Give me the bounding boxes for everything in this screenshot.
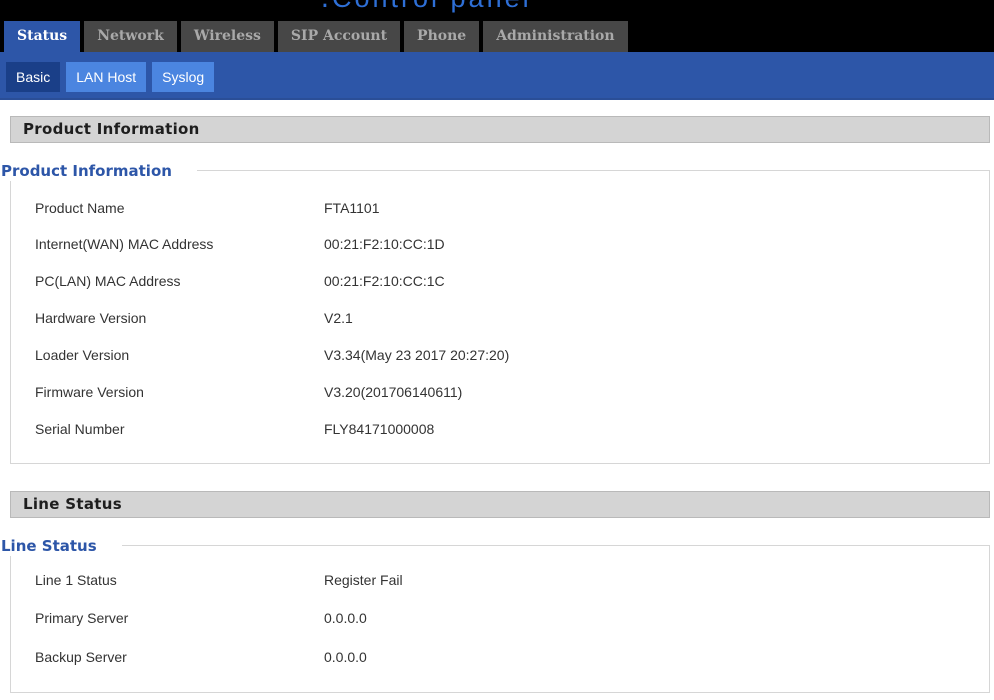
serial-number-value: FLY84171000008: [324, 421, 435, 437]
hardware-version-value: V2.1: [324, 310, 353, 326]
wan-mac-label: Internet(WAN) MAC Address: [35, 236, 214, 252]
hardware-version-label: Hardware Version: [35, 310, 147, 326]
firmware-version-value: V3.20(201706140611): [324, 384, 463, 400]
tab-phone[interactable]: Phone: [404, 21, 480, 52]
subtab-basic[interactable]: Basic: [6, 62, 61, 92]
wan-mac-row: Internet(WAN) MAC Address 00:21:F2:10:CC…: [35, 234, 975, 254]
tab-sip-account[interactable]: SIP Account: [277, 21, 401, 52]
line1-status-label: Line 1 Status: [35, 572, 117, 588]
tab-status[interactable]: Status: [4, 21, 81, 52]
tab-wireless[interactable]: Wireless: [180, 21, 274, 52]
serial-number-row: Serial Number FLY84171000008: [35, 419, 975, 439]
product-name-value: FTA1101: [324, 200, 380, 216]
product-info-group: Product Information Product Name FTA1101…: [1, 161, 990, 464]
firmware-version-label: Firmware Version: [35, 384, 144, 400]
primary-server-row: Primary Server 0.0.0.0: [35, 608, 975, 628]
serial-number-label: Serial Number: [35, 421, 125, 437]
backup-server-label: Backup Server: [35, 649, 127, 665]
sub-nav-bar: Basic LAN Host Syslog: [0, 52, 994, 100]
top-banner: .. Control panel Status Network Wireless…: [0, 0, 994, 52]
lan-mac-label: PC(LAN) MAC Address: [35, 273, 181, 289]
brand-logo: .. Control panel: [318, 0, 654, 14]
loader-version-label: Loader Version: [35, 347, 130, 363]
backup-server-row: Backup Server 0.0.0.0: [35, 647, 975, 667]
lan-mac-row: PC(LAN) MAC Address 00:21:F2:10:CC:1C: [35, 271, 975, 291]
main-nav-tabs: Status Network Wireless SIP Account Phon…: [4, 21, 632, 52]
loader-version-value: V3.34(May 23 2017 20:27:20): [324, 347, 510, 363]
product-name-row: Product Name FTA1101: [35, 198, 975, 218]
primary-server-value: 0.0.0.0: [324, 610, 367, 626]
hardware-version-row: Hardware Version V2.1: [35, 308, 975, 328]
line-status-section-header: Line Status: [10, 491, 990, 518]
loader-version-row: Loader Version V3.34(May 23 2017 20:27:2…: [35, 345, 975, 365]
subtab-syslog[interactable]: Syslog: [152, 62, 215, 92]
wan-mac-value: 00:21:F2:10:CC:1D: [324, 236, 445, 252]
line-status-group: Line Status Line 1 Status Register Fail …: [1, 536, 990, 693]
product-name-label: Product Name: [35, 200, 125, 216]
line1-status-value: Register Fail: [324, 572, 403, 588]
firmware-version-row: Firmware Version V3.20(201706140611): [35, 382, 975, 402]
product-info-legend: Product Information: [1, 161, 197, 181]
line1-status-row: Line 1 Status Register Fail: [35, 570, 975, 590]
tab-network[interactable]: Network: [84, 21, 177, 52]
subtab-lan-host[interactable]: LAN Host: [66, 62, 147, 92]
line-status-legend: Line Status: [1, 536, 122, 556]
product-info-section-header: Product Information: [10, 116, 990, 143]
primary-server-label: Primary Server: [35, 610, 129, 626]
tab-administration[interactable]: Administration: [483, 21, 628, 52]
sub-nav-tabs: Basic LAN Host Syslog: [6, 62, 220, 92]
backup-server-value: 0.0.0.0: [324, 649, 367, 665]
lan-mac-value: 00:21:F2:10:CC:1C: [324, 273, 445, 289]
